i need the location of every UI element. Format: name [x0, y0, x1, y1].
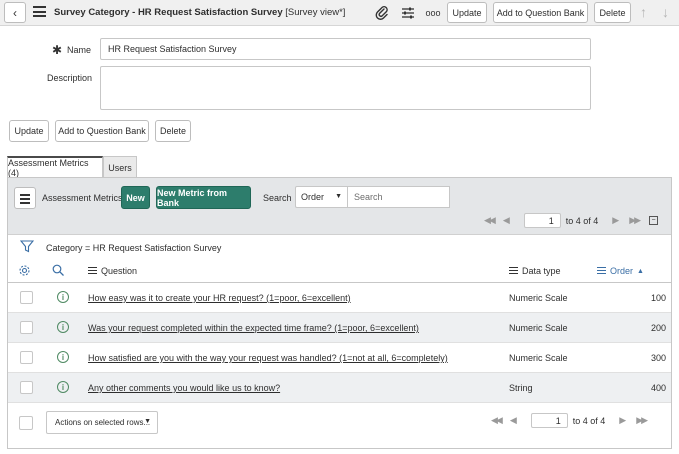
row-checkbox[interactable]: [20, 321, 33, 334]
arrow-down-icon[interactable]: ↓: [662, 4, 669, 20]
header-add-to-question-bank-button[interactable]: Add to Question Bank: [493, 2, 588, 23]
last-page-icon[interactable]: ▶▶: [629, 215, 641, 226]
info-icon[interactable]: i: [57, 381, 69, 393]
actions-select-value: Actions on selected rows...: [55, 418, 151, 427]
row-checkbox[interactable]: [20, 381, 33, 394]
first-page-icon[interactable]: ◀◀: [491, 415, 503, 426]
column-data-type[interactable]: Data type: [509, 266, 561, 276]
related-list-toolbar: Assessment Metrics New New Metric from B…: [8, 178, 671, 235]
question-link[interactable]: Was your request completed within the ex…: [88, 323, 419, 333]
column-question-label: Question: [101, 266, 138, 276]
header-update-button[interactable]: Update: [447, 2, 487, 23]
filter-icon[interactable]: [19, 240, 35, 255]
question-link[interactable]: How satisfied are you with the way your …: [88, 353, 448, 363]
next-page-icon[interactable]: ▶: [612, 215, 619, 226]
description-label: Description: [47, 73, 93, 83]
column-order-label: Order: [610, 266, 634, 276]
tab-assessment-metrics[interactable]: Assessment Metrics (4): [7, 156, 103, 178]
column-menu-icon[interactable]: [509, 266, 518, 276]
info-icon[interactable]: i: [57, 351, 69, 363]
data-type-cell: Numeric Scale: [509, 293, 568, 303]
column-question[interactable]: Question: [88, 266, 137, 276]
select-all-checkbox[interactable]: [19, 416, 33, 430]
order-cell: 400: [650, 383, 666, 393]
question-link[interactable]: How easy was it to create your HR reques…: [88, 293, 351, 303]
column-menu-icon[interactable]: [597, 266, 606, 276]
arrow-up-icon[interactable]: ↑: [640, 4, 647, 20]
search-field-select[interactable]: Order ▼: [295, 186, 348, 208]
table-row: i How easy was it to create your HR requ…: [8, 283, 671, 313]
previous-page-icon[interactable]: ◀: [503, 215, 510, 226]
filter-breadcrumb: Category = HR Request Satisfaction Surve…: [8, 235, 671, 259]
more-icon[interactable]: ooo: [424, 4, 442, 22]
row-checkbox[interactable]: [20, 351, 33, 364]
caret-down-icon: ▼: [144, 418, 151, 425]
column-order[interactable]: Order ▲: [597, 266, 644, 276]
next-page-icon[interactable]: ▶: [619, 415, 626, 426]
add-to-question-bank-button[interactable]: Add to Question Bank: [55, 120, 149, 142]
previous-page-icon[interactable]: ◀: [510, 415, 517, 426]
back-button[interactable]: ‹: [4, 2, 26, 23]
info-icon[interactable]: i: [57, 321, 69, 333]
page-title: Survey Category - HR Request Satisfactio…: [54, 7, 345, 18]
data-type-cell: String: [509, 383, 533, 393]
order-cell: 200: [650, 323, 666, 333]
bottom-pager: ◀◀ ◀ 1 to 4 of 4 ▶ ▶▶: [491, 413, 648, 428]
new-metric-from-bank-button[interactable]: New Metric from Bank: [156, 186, 251, 209]
page-number-input[interactable]: 1: [523, 213, 561, 228]
related-list-title: Assessment Metrics: [42, 193, 123, 203]
required-icon: ✱: [52, 43, 63, 57]
row-checkbox[interactable]: [20, 291, 33, 304]
table-row: i Was your request completed within the …: [8, 313, 671, 343]
delete-button[interactable]: Delete: [155, 120, 191, 142]
page-number-input[interactable]: 1: [530, 413, 568, 428]
last-page-icon[interactable]: ▶▶: [636, 415, 648, 426]
data-type-cell: Numeric Scale: [509, 353, 568, 363]
collapse-icon[interactable]: −: [649, 216, 659, 225]
name-label: Name: [67, 45, 92, 55]
form-title: Survey Category - HR Request Satisfactio…: [54, 7, 283, 18]
question-link[interactable]: Any other comments you would like us to …: [88, 383, 280, 393]
tab-users[interactable]: Users: [103, 156, 137, 178]
page-count: to 4 of 4: [572, 415, 606, 426]
header-delete-button[interactable]: Delete: [594, 2, 631, 23]
column-header-row: Question Data type Order ▲: [8, 259, 671, 283]
new-button[interactable]: New: [121, 186, 150, 209]
sort-ascending-icon: ▲: [637, 267, 644, 275]
filter-condition[interactable]: Category = HR Request Satisfaction Surve…: [46, 243, 221, 253]
column-menu-icon[interactable]: [88, 266, 97, 276]
name-field[interactable]: HR Request Satisfaction Survey: [100, 38, 591, 60]
update-button[interactable]: Update: [9, 120, 49, 142]
order-cell: 100: [650, 293, 666, 303]
caret-down-icon: ▼: [335, 193, 342, 200]
search-label: Search: [263, 193, 292, 203]
info-icon[interactable]: i: [57, 291, 69, 303]
list-menu-icon[interactable]: [14, 187, 36, 209]
description-field[interactable]: [100, 66, 591, 110]
top-pager: ◀◀ ◀ 1 to 4 of 4 ▶ ▶▶ −: [484, 213, 659, 228]
data-type-cell: Numeric Scale: [509, 323, 568, 333]
gear-icon[interactable]: [18, 264, 31, 279]
paperclip-icon[interactable]: [373, 4, 391, 22]
search-field-value: Order: [301, 192, 325, 202]
column-data-type-label: Data type: [522, 266, 561, 276]
first-page-icon[interactable]: ◀◀: [484, 215, 496, 226]
table-row: i Any other comments you would like us t…: [8, 373, 671, 403]
settings-sliders-icon[interactable]: [399, 4, 417, 22]
search-icon[interactable]: [52, 264, 65, 279]
chevron-left-icon: ‹: [13, 5, 17, 20]
page-count: to 4 of 4: [565, 215, 599, 226]
form-header: ‹ Survey Category - HR Request Satisfact…: [0, 0, 679, 26]
related-list-panel: Assessment Metrics New New Metric from B…: [7, 177, 672, 449]
table-row: i How satisfied are you with the way you…: [8, 343, 671, 373]
more-label: ooo: [425, 8, 441, 18]
view-name: [Survey view*]: [285, 7, 346, 18]
actions-select[interactable]: Actions on selected rows... ▼: [46, 411, 158, 434]
order-cell: 300: [650, 353, 666, 363]
search-input[interactable]: Search: [348, 186, 450, 208]
menu-icon[interactable]: [33, 6, 46, 17]
